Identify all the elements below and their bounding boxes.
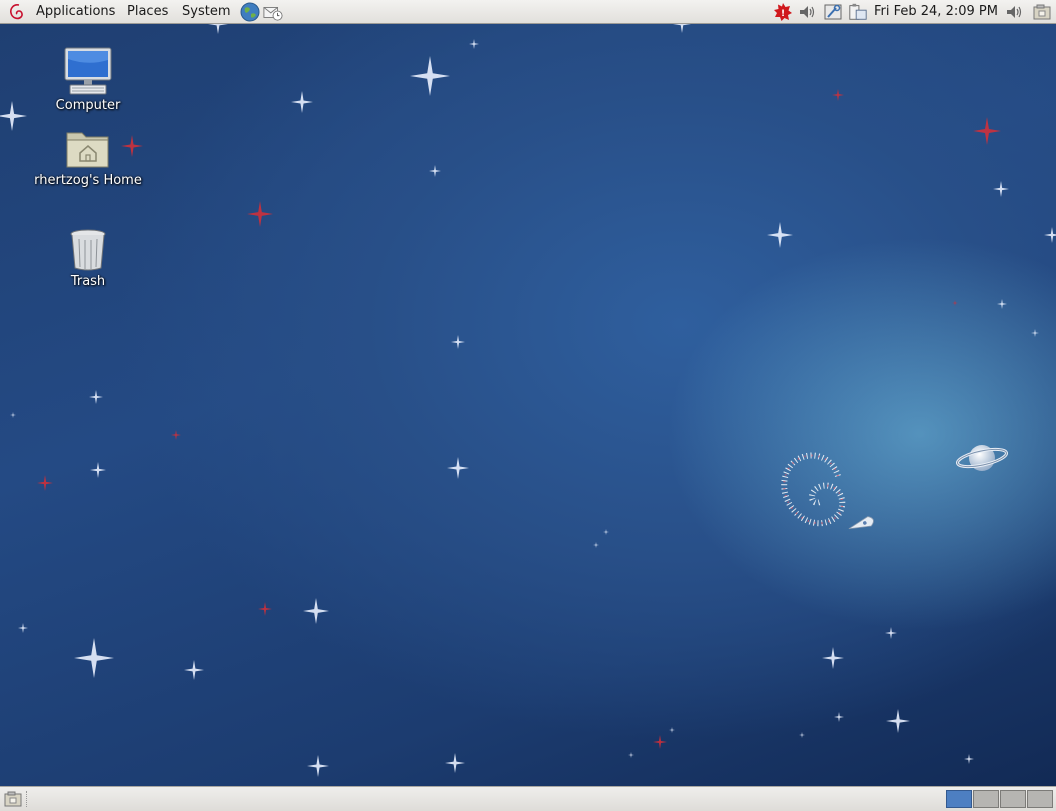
workspace-2[interactable]	[973, 790, 999, 808]
workspace-1[interactable]	[946, 790, 972, 808]
debian-swirl	[781, 452, 874, 530]
clock[interactable]: Fri Feb 24, 2:09 PM	[874, 0, 998, 23]
web-browser-icon[interactable]	[240, 2, 260, 22]
workspace-4[interactable]	[1027, 790, 1053, 808]
debian-logo-icon[interactable]	[8, 2, 26, 22]
panel-handle[interactable]	[26, 791, 29, 807]
volume-control-icon[interactable]	[1004, 2, 1024, 22]
computer-icon	[64, 47, 112, 95]
wallpaper	[0, 24, 1056, 777]
svg-text:!: !	[781, 9, 785, 19]
show-desktop-icon[interactable]	[1032, 2, 1052, 22]
top-panel: Applications Places System ! Fri Feb 24,…	[0, 0, 1056, 24]
computer-label: Computer	[55, 98, 121, 113]
volume-icon[interactable]	[797, 2, 817, 22]
show-desktop-icon[interactable]	[3, 789, 23, 809]
trash-desktop-icon[interactable]: Trash	[28, 228, 148, 289]
desktop[interactable]: Computer rhertzog's Home Trash	[0, 24, 1056, 786]
white-stars	[0, 24, 1056, 777]
computer-desktop-icon[interactable]: Computer	[28, 46, 148, 113]
mail-client-icon[interactable]	[263, 2, 283, 22]
home-desktop-icon[interactable]: rhertzog's Home	[28, 127, 148, 188]
home-label: rhertzog's Home	[34, 173, 142, 188]
red-stars	[37, 89, 1001, 749]
trash-icon	[70, 229, 106, 271]
places-menu[interactable]: Places	[125, 0, 170, 23]
trash-label: Trash	[70, 274, 106, 289]
planet-icon	[956, 445, 1008, 471]
applications-menu[interactable]: Applications	[34, 0, 117, 23]
update-notification-icon[interactable]: !	[773, 2, 793, 22]
clipboard-icon[interactable]	[848, 2, 868, 22]
workspace-3[interactable]	[1000, 790, 1026, 808]
bottom-panel	[0, 786, 1056, 811]
rocket-icon	[848, 516, 874, 530]
system-menu[interactable]: System	[180, 0, 232, 23]
network-tool-icon[interactable]	[823, 2, 843, 22]
home-folder-icon	[66, 132, 109, 168]
